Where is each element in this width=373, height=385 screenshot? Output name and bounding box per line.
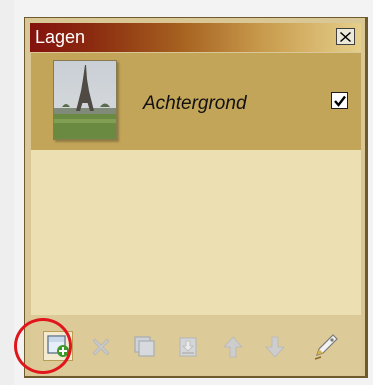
merge-down-icon	[179, 337, 197, 357]
panel-title: Lagen	[35, 27, 86, 47]
layers-list-empty-area	[31, 150, 361, 315]
merge-down-button[interactable]	[174, 333, 202, 361]
layer-visibility-checkbox[interactable]	[331, 92, 348, 109]
layers-toolbar	[31, 315, 361, 375]
layer-name: Achtergrond	[143, 93, 247, 114]
checkmark-icon	[333, 95, 346, 107]
duplicate-layer-button[interactable]	[131, 333, 159, 361]
layer-thumbnail	[53, 60, 117, 140]
layer-properties-button[interactable]	[311, 333, 339, 361]
close-x-icon	[340, 31, 351, 42]
close-button[interactable]	[336, 28, 355, 45]
arrow-up-icon	[223, 336, 243, 358]
layers-panel-titlebar[interactable]: Lagen	[30, 23, 361, 52]
move-layer-down-button[interactable]	[261, 333, 289, 361]
properties-tag-icon	[314, 334, 338, 360]
eiffel-tower-photo-icon	[54, 61, 116, 139]
layer-row-achtergrond[interactable]: Achtergrond	[31, 53, 361, 150]
duplicate-layer-icon	[134, 336, 155, 357]
delete-layer-button[interactable]	[87, 333, 115, 361]
move-layer-up-button[interactable]	[219, 333, 247, 361]
arrow-down-icon	[265, 336, 285, 358]
background-strip	[0, 0, 14, 385]
add-layer-button[interactable]	[43, 331, 73, 361]
new-layer-icon	[47, 335, 69, 357]
delete-x-icon	[92, 338, 110, 356]
